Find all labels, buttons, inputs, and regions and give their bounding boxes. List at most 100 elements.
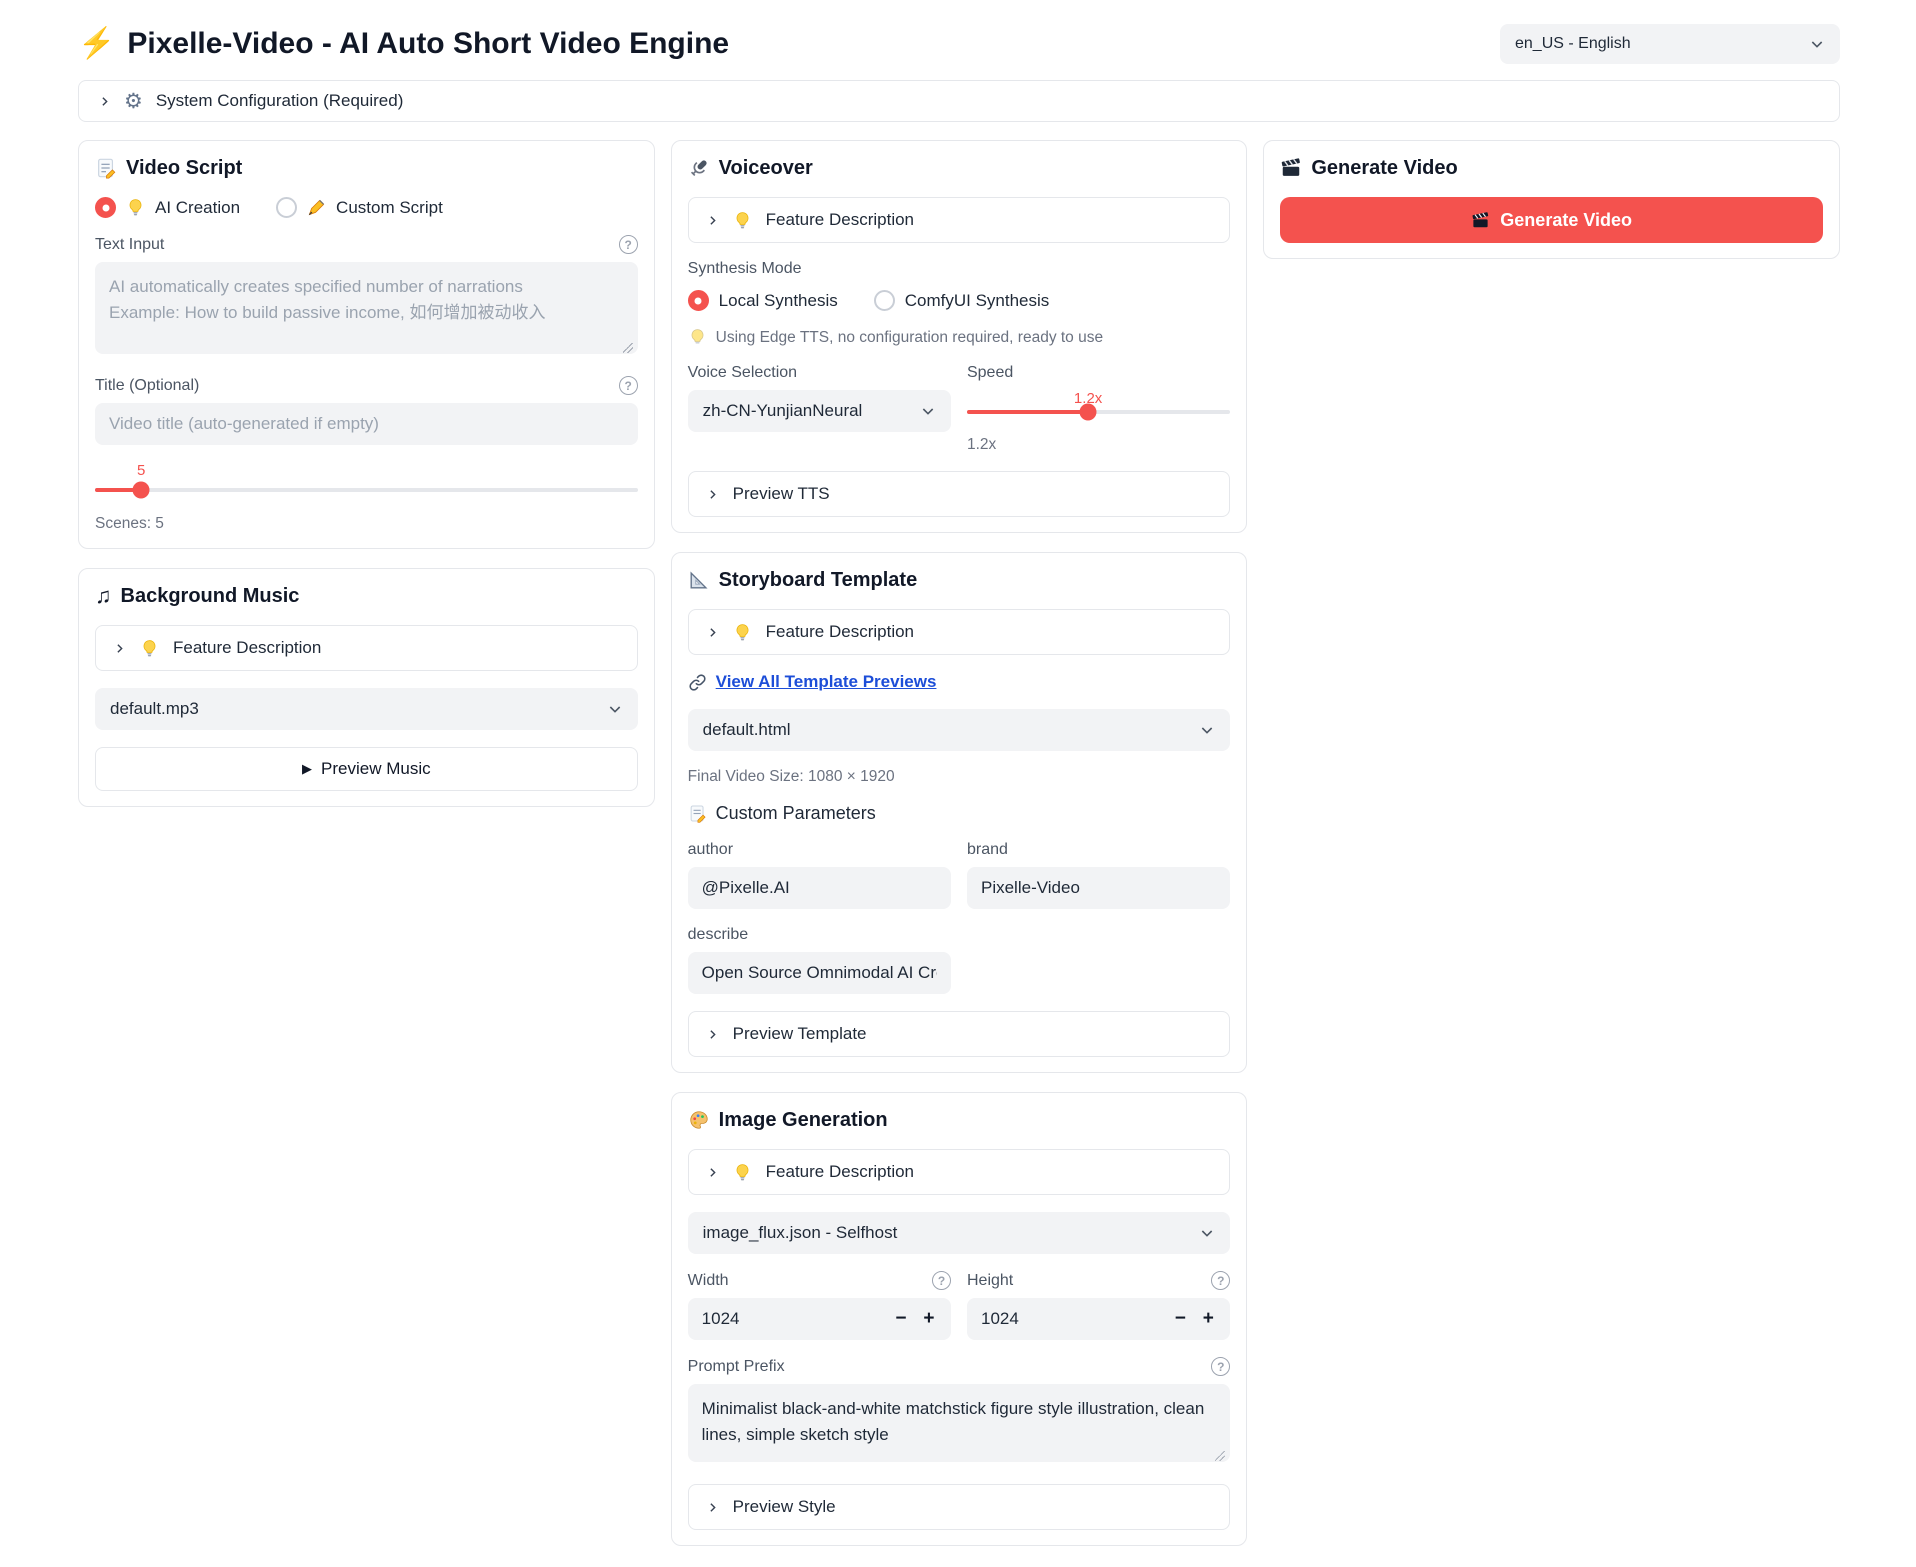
generate-video-button[interactable]: Generate Video bbox=[1280, 197, 1823, 243]
voice-selection-field: Voice Selection zh-CN-YunjianNeural bbox=[688, 364, 951, 454]
feature-description-accordion[interactable]: Feature Description bbox=[688, 1149, 1231, 1195]
bulb-icon bbox=[733, 1163, 752, 1182]
slider-handle[interactable] bbox=[1080, 404, 1097, 421]
help-icon[interactable]: ? bbox=[1211, 1271, 1230, 1290]
radio-unselected-dot bbox=[276, 197, 297, 218]
video-script-card: Video Script AI Creation bbox=[78, 140, 655, 549]
feature-description-accordion[interactable]: Feature Description bbox=[95, 625, 638, 671]
storyboard-template-card: Storyboard Template Feature Description … bbox=[671, 552, 1248, 1073]
describe-field: describe bbox=[688, 926, 951, 994]
describe-input[interactable] bbox=[688, 952, 951, 994]
slider-track[interactable] bbox=[95, 488, 638, 492]
chevron-right-icon bbox=[706, 1028, 719, 1041]
background-music-card: ♫ Background Music Feature Description d… bbox=[78, 568, 655, 807]
speed-readout: 1.2x bbox=[967, 436, 1230, 454]
system-configuration-accordion[interactable]: ⚙ System Configuration (Required) bbox=[78, 80, 1840, 122]
radio-label: ComfyUI Synthesis bbox=[905, 291, 1050, 311]
help-icon[interactable]: ? bbox=[619, 235, 638, 254]
brand-label: brand bbox=[967, 841, 1008, 859]
preview-music-label: Preview Music bbox=[321, 759, 431, 779]
text-input-label: Text Input bbox=[95, 236, 164, 254]
music-file-select[interactable]: default.mp3 bbox=[95, 688, 638, 730]
pixelle-video-app: ⚡ Pixelle-Video - AI Auto Short Video En… bbox=[0, 0, 1916, 1546]
synthesis-mode-label: Synthesis Mode bbox=[688, 260, 802, 278]
voice-selection-label: Voice Selection bbox=[688, 364, 797, 382]
radio-label: AI Creation bbox=[155, 198, 240, 218]
voice-select[interactable]: zh-CN-YunjianNeural bbox=[688, 390, 951, 432]
preview-style-accordion[interactable]: Preview Style bbox=[688, 1484, 1231, 1530]
brand-field: brand bbox=[967, 841, 1230, 909]
width-label: Width bbox=[688, 1272, 729, 1290]
height-value[interactable]: 1024 bbox=[981, 1309, 1019, 1329]
title-label: Title (Optional) bbox=[95, 377, 199, 395]
template-select-value: default.html bbox=[703, 720, 791, 740]
video-script-title-text: Video Script bbox=[126, 156, 242, 180]
slider-handle[interactable] bbox=[133, 482, 150, 499]
generate-video-card: Generate Video Generate Video bbox=[1263, 140, 1840, 259]
title-input[interactable] bbox=[95, 403, 638, 445]
chevron-right-icon bbox=[113, 642, 126, 655]
view-all-templates-link[interactable]: View All Template Previews bbox=[716, 672, 937, 692]
radio-custom-script[interactable]: Custom Script bbox=[276, 197, 443, 218]
preview-template-accordion[interactable]: Preview Template bbox=[688, 1011, 1231, 1057]
width-field: Width ? 1024 − + bbox=[688, 1271, 951, 1340]
template-select[interactable]: default.html bbox=[688, 709, 1231, 751]
voiceover-title-text: Voiceover bbox=[719, 156, 813, 180]
speed-slider[interactable]: 1.2x bbox=[967, 390, 1230, 414]
image-generation-title: Image Generation bbox=[688, 1108, 1231, 1132]
prompt-prefix-textarea[interactable]: Minimalist black-and-white matchstick fi… bbox=[688, 1384, 1231, 1462]
height-label: Height bbox=[967, 1272, 1013, 1290]
custom-parameters-heading-text: Custom Parameters bbox=[716, 803, 876, 824]
help-icon[interactable]: ? bbox=[932, 1271, 951, 1290]
image-workflow-select[interactable]: image_flux.json - Selfhost bbox=[688, 1212, 1231, 1254]
language-select[interactable]: en_US - English bbox=[1500, 24, 1840, 64]
synthesis-mode-field: Synthesis Mode Local Synthesis ComfyUI S… bbox=[688, 260, 1231, 311]
radio-comfyui-synthesis[interactable]: ComfyUI Synthesis bbox=[874, 290, 1050, 311]
accordion-label: Feature Description bbox=[766, 1162, 914, 1182]
chevron-right-icon bbox=[98, 95, 111, 108]
help-icon[interactable]: ? bbox=[619, 376, 638, 395]
music-file-select-value: default.mp3 bbox=[110, 699, 199, 719]
chevron-right-icon bbox=[706, 1501, 719, 1514]
brand-input[interactable] bbox=[967, 867, 1230, 909]
title-field: Title (Optional) ? bbox=[95, 376, 638, 445]
chevron-down-icon bbox=[607, 701, 623, 717]
text-input-wrap bbox=[95, 262, 638, 359]
author-field: author bbox=[688, 841, 951, 909]
width-value[interactable]: 1024 bbox=[702, 1309, 740, 1329]
height-decrement-button[interactable]: − bbox=[1166, 1307, 1194, 1331]
width-decrement-button[interactable]: − bbox=[887, 1307, 915, 1331]
preview-tts-accordion[interactable]: Preview TTS bbox=[688, 471, 1231, 517]
feature-description-accordion[interactable]: Feature Description bbox=[688, 609, 1231, 655]
preview-music-button[interactable]: ▶ Preview Music bbox=[95, 747, 638, 791]
text-input-textarea[interactable] bbox=[95, 262, 638, 354]
describe-label: describe bbox=[688, 926, 748, 944]
generate-video-button-label: Generate Video bbox=[1500, 210, 1632, 231]
lightning-icon: ⚡ bbox=[78, 29, 115, 59]
image-generation-title-text: Image Generation bbox=[719, 1108, 888, 1132]
help-icon[interactable]: ? bbox=[1211, 1357, 1230, 1376]
memo-icon bbox=[95, 157, 117, 179]
author-input[interactable] bbox=[688, 867, 951, 909]
radio-label: Custom Script bbox=[336, 198, 443, 218]
chevron-right-icon bbox=[706, 1166, 719, 1179]
accordion-label: Feature Description bbox=[766, 622, 914, 642]
music-note-icon: ♫ bbox=[95, 585, 112, 607]
speed-label: Speed bbox=[967, 364, 1013, 382]
background-music-title-text: Background Music bbox=[121, 584, 300, 608]
accordion-label: Preview Style bbox=[733, 1497, 836, 1517]
chevron-down-icon bbox=[1199, 1225, 1215, 1241]
synthesis-mode-radio-group: Local Synthesis ComfyUI Synthesis bbox=[688, 290, 1231, 311]
accordion-label: Feature Description bbox=[766, 210, 914, 230]
width-increment-button[interactable]: + bbox=[915, 1307, 943, 1331]
slider-track[interactable] bbox=[967, 410, 1230, 414]
radio-ai-creation[interactable]: AI Creation bbox=[95, 197, 240, 218]
feature-description-accordion[interactable]: Feature Description bbox=[688, 197, 1231, 243]
storyboard-template-title: Storyboard Template bbox=[688, 568, 1231, 592]
prompt-prefix-field: Prompt Prefix ? Minimalist black-and-whi… bbox=[688, 1357, 1231, 1467]
final-video-size-note: Final Video Size: 1080 × 1920 bbox=[688, 768, 1231, 786]
voiceover-card: Voiceover Feature Description Synthesis … bbox=[671, 140, 1248, 533]
radio-local-synthesis[interactable]: Local Synthesis bbox=[688, 290, 838, 311]
height-increment-button[interactable]: + bbox=[1194, 1307, 1222, 1331]
scenes-slider[interactable]: 5 bbox=[95, 462, 638, 492]
